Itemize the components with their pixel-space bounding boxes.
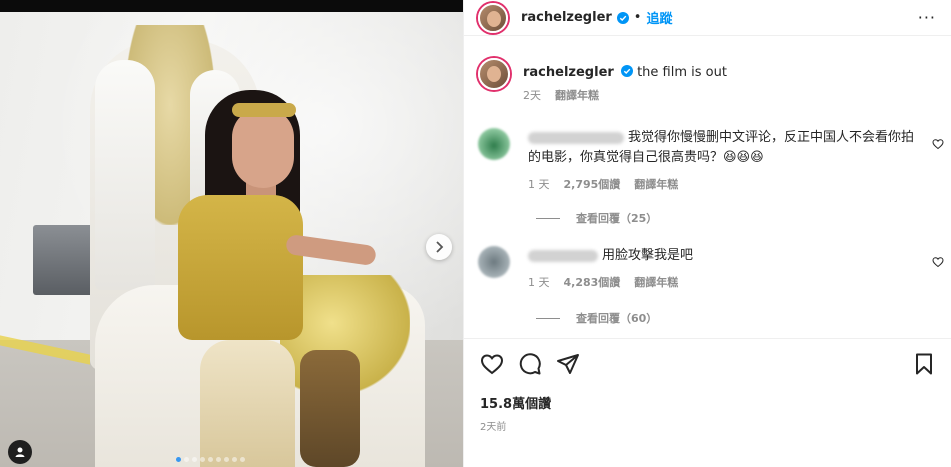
caption-avatar[interactable] xyxy=(478,58,510,90)
verified-badge-icon xyxy=(616,11,629,24)
carousel-dot xyxy=(224,457,229,462)
heart-icon[interactable] xyxy=(932,138,944,150)
comment-item: 我觉得你慢慢删中文评论，反正中国人不会看你拍的电影，你真觉得自己很高贵吗？😆😆😆… xyxy=(478,128,948,228)
comment-likes[interactable]: 4,283個讚 xyxy=(564,273,621,293)
carousel-dots xyxy=(176,457,245,462)
header-separator: • xyxy=(633,10,642,25)
bookmark-icon[interactable] xyxy=(912,352,936,376)
media-person-armor xyxy=(178,195,303,340)
comment-avatar[interactable] xyxy=(478,246,510,278)
comment-time: 1 天 xyxy=(528,276,550,289)
caption-username[interactable]: rachelzegler xyxy=(523,65,614,80)
post-header: rachelzegler • 追蹤 ··· xyxy=(464,0,951,36)
comment-text-line: 用脸攻擊我是吧 xyxy=(528,246,918,266)
post-caption: rachelzegler the film is out 2天 翻譯年糕 xyxy=(478,58,948,103)
comment-icon[interactable] xyxy=(518,352,542,376)
comment-username-blurred[interactable] xyxy=(528,131,624,144)
media-throne-armrest xyxy=(200,340,295,467)
media-person-leg xyxy=(300,350,360,467)
carousel-next-button[interactable] xyxy=(426,234,452,260)
carousel-dot xyxy=(216,457,221,462)
post-actions xyxy=(464,338,951,388)
media-person-face xyxy=(232,108,294,188)
media-top-bar xyxy=(0,0,463,12)
post-sidebar: rachelzegler • 追蹤 ··· rachelzegler the f… xyxy=(463,0,951,467)
view-replies-label: 查看回覆（60） xyxy=(576,312,658,325)
carousel-dot xyxy=(200,457,205,462)
caption-text: the film is out xyxy=(637,65,727,80)
post-date: 2天前 xyxy=(480,422,507,433)
carousel-dot xyxy=(232,457,237,462)
replies-divider xyxy=(536,317,560,319)
comment-username-blurred[interactable] xyxy=(528,249,598,262)
heart-icon[interactable] xyxy=(480,352,504,376)
comment-likes[interactable]: 2,795個讚 xyxy=(564,175,621,195)
caption-translate-link[interactable]: 翻譯年糕 xyxy=(555,87,599,103)
view-replies-button[interactable]: 查看回覆（60） xyxy=(536,310,657,326)
media-statue-left xyxy=(95,60,155,290)
comment-item: 用脸攻擊我是吧 1 天 4,283個讚 翻譯年糕 查看回覆（60） xyxy=(478,246,948,336)
tagged-users-button[interactable] xyxy=(8,440,32,464)
comment-translate-link[interactable]: 翻譯年糕 xyxy=(634,273,678,293)
carousel-dot xyxy=(192,457,197,462)
caption-time: 2天 xyxy=(523,89,541,102)
carousel-dot xyxy=(208,457,213,462)
carousel-dot xyxy=(240,457,245,462)
heart-icon[interactable] xyxy=(932,256,944,268)
post-media[interactable] xyxy=(0,0,463,467)
follow-button[interactable]: 追蹤 xyxy=(646,8,672,27)
more-options-icon[interactable]: ··· xyxy=(918,8,936,27)
carousel-dot xyxy=(176,457,181,462)
likes-count[interactable]: 15.8萬個讚 xyxy=(480,393,551,412)
verified-badge-icon xyxy=(620,65,633,77)
comment-avatar[interactable] xyxy=(478,128,510,160)
share-icon[interactable] xyxy=(556,352,580,376)
chevron-right-icon xyxy=(436,241,444,253)
replies-divider xyxy=(536,217,560,219)
header-username[interactable]: rachelzegler xyxy=(521,10,612,25)
avatar[interactable] xyxy=(478,2,508,33)
comment-translate-link[interactable]: 翻譯年糕 xyxy=(634,175,678,195)
user-tag-icon xyxy=(15,447,25,457)
media-person-crown xyxy=(232,103,296,117)
comment-text: 用脸攻擊我是吧 xyxy=(602,248,694,263)
carousel-dot xyxy=(184,457,189,462)
comment-text-line: 我觉得你慢慢删中文评论，反正中国人不会看你拍的电影，你真觉得自己很高贵吗？😆😆😆 xyxy=(528,128,918,168)
view-replies-button[interactable]: 查看回覆（25） xyxy=(536,210,657,226)
caption-text-line: rachelzegler the film is out xyxy=(523,58,727,82)
view-replies-label: 查看回覆（25） xyxy=(576,212,658,225)
comment-time: 1 天 xyxy=(528,178,550,191)
